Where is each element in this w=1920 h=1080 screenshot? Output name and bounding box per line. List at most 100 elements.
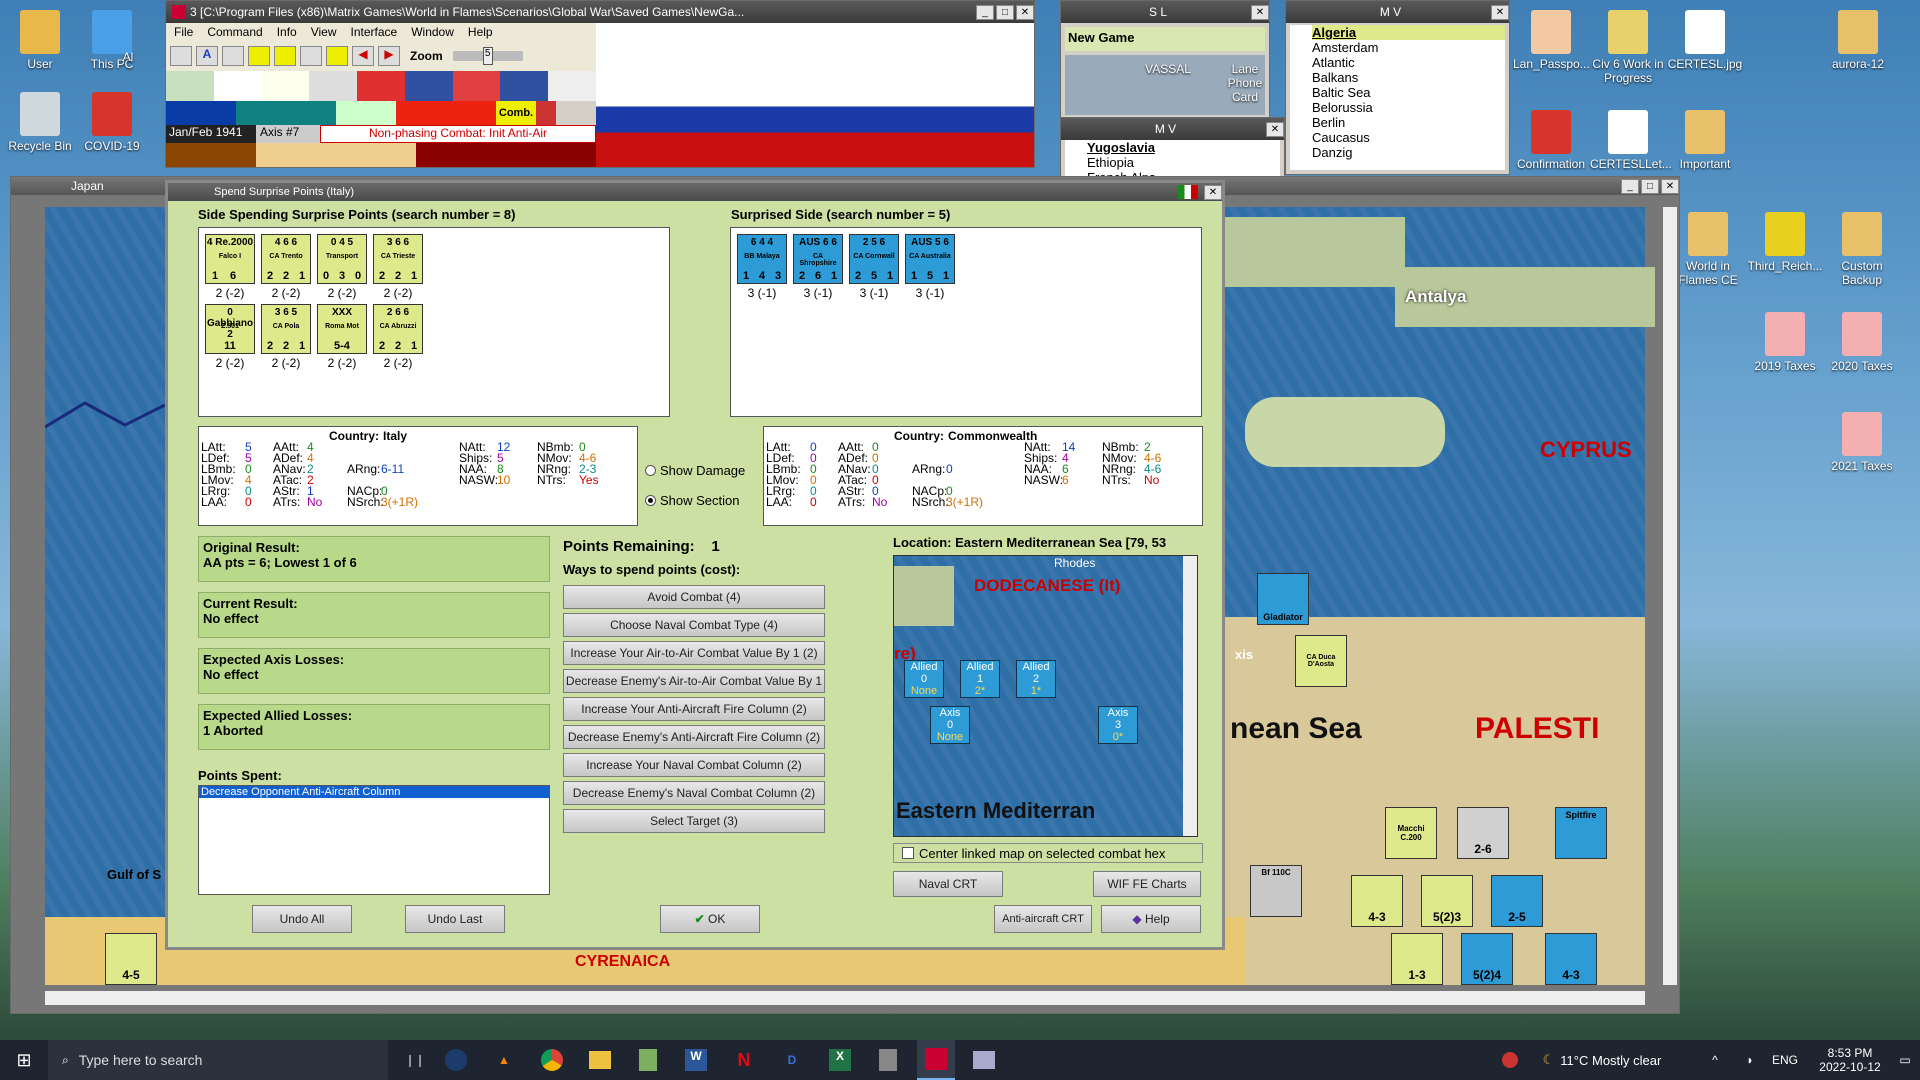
desktop-icon-confirmation[interactable]: Confirmation [1513,110,1589,171]
language-indicator[interactable]: ENG [1765,1040,1805,1080]
tray-chevron-icon[interactable]: ^ [1700,1040,1730,1080]
sun-tool-icon[interactable] [300,46,322,66]
menu-command[interactable]: Command [207,25,262,39]
calculator-icon[interactable] [869,1040,907,1080]
desktop-icon-important[interactable]: Important [1667,110,1743,171]
region-item[interactable]: Atlantic [1312,55,1505,70]
unit-counter[interactable]: 3 6 5 CA Pola 2 2 1 [261,304,311,354]
desktop-icon-this-pc[interactable]: This PC [74,10,150,71]
show-section-option[interactable]: Show Section [645,493,740,508]
forward-arrow-icon[interactable]: ▶ [378,46,400,66]
counter-2-5[interactable]: 2-5 [1491,875,1543,927]
desktop-icon-user[interactable]: User [2,10,78,71]
center-linked-checkbox[interactable] [902,847,914,859]
counter-macchi[interactable]: Macchi C.200 [1385,807,1437,859]
japan-minimize-button[interactable]: _ [1621,178,1639,194]
menu-file[interactable]: File [174,25,193,39]
counter-infantry-4-3[interactable]: 4-3 [1351,875,1403,927]
undo-all-button[interactable]: Undo All [252,905,352,933]
show-section-radio[interactable] [645,495,656,506]
unit-counter[interactable]: 4 6 6 CA Trento 2 2 1 [261,234,311,284]
unit-counter[interactable]: 6 4 4 BB Malaya 1 4 3 [737,234,787,284]
counter-duca-daosta[interactable]: CA Duca D'Aosta [1295,635,1347,687]
mv-close-button[interactable]: ✕ [1491,4,1509,20]
japan-close-button[interactable]: ✕ [1661,178,1679,194]
flag-yugoslavia[interactable] [452,71,501,101]
desktop-icon-covid[interactable]: COVID-19 [74,92,150,153]
notification-badge-icon[interactable] [1490,1040,1530,1080]
notification-center-icon[interactable]: ▭ [1890,1040,1920,1080]
desktop-icon-third-reich[interactable]: Third_Reich... [1747,212,1823,273]
spend-option-button[interactable]: Select Target (3) [563,809,825,833]
weather-widget[interactable]: ☾ 11°C Mostly clear [1532,1040,1672,1080]
desktop-icon-certesl-jpg[interactable]: CERTESL.jpg [1667,10,1743,71]
front-item[interactable]: Yugoslavia [1087,140,1280,155]
menu-info[interactable]: Info [277,25,297,39]
points-spent-item[interactable]: Decrease Opponent Anti-Aircraft Column [199,786,549,798]
map-horizontal-scrollbar[interactable] [45,991,1645,1005]
desktop-icon-aurora[interactable]: aurora-12 [1820,10,1896,71]
network-icon[interactable]: ◗ [1735,1040,1765,1080]
flag-portugal[interactable] [309,71,358,101]
clock[interactable]: 8:53 PM 2022-10-12 [1805,1040,1895,1080]
region-item[interactable]: Caucasus [1312,130,1505,145]
unit-counter[interactable]: 4 Re.2000 Falco I 16 [205,234,255,284]
japan-maximize-button[interactable]: □ [1641,178,1659,194]
font-tool-icon[interactable]: A [196,46,218,66]
unit-counter[interactable]: 2 6 6 CA Abruzzi 2 2 1 [373,304,423,354]
combat-minimap[interactable]: Rhodes DODECANESE (It) re) Eastern Medit… [893,555,1198,837]
chrome-icon[interactable] [533,1040,571,1080]
flag-switzerland[interactable] [213,71,262,101]
counter-celere[interactable]: 4-5 [105,933,157,985]
flag-usa[interactable] [500,71,549,101]
flag-italy[interactable] [166,71,214,101]
highlight-tool-icon[interactable] [248,46,270,66]
wif-taskbar-icon[interactable] [917,1040,955,1080]
desktop-icon-2020-taxes[interactable]: 2020 Taxes [1824,312,1900,373]
start-button[interactable]: ⊞ [0,1040,48,1080]
undo-last-button[interactable]: Undo Last [405,905,505,933]
counter-gladiator[interactable]: Gladiator [1257,573,1309,625]
allied-combat-box[interactable]: Allied 1 2* [960,660,1000,698]
menu-view[interactable]: View [311,25,337,39]
menu-help[interactable]: Help [468,25,493,39]
flag-other[interactable] [548,71,597,101]
window-taskbar-icon[interactable] [965,1040,1003,1080]
desktop-icon-custom-backup[interactable]: Custom Backup [1824,212,1900,287]
unit-counter[interactable]: 3 6 6 CA Trieste 2 2 1 [373,234,423,284]
sl-close-button[interactable]: ✕ [1251,4,1269,20]
region-item[interactable]: Danzig [1312,145,1505,160]
desktop-icon-civ6[interactable]: Civ 6 Work in Progress [1590,10,1666,85]
help-button[interactable]: ◆ Help [1101,905,1201,933]
spend-option-button[interactable]: Decrease Enemy's Naval Combat Column (2) [563,781,825,805]
allied-combat-box[interactable]: Allied 0 None [904,660,944,698]
axis-combat-box[interactable]: Axis 0 None [930,706,970,744]
minimap-vscroll[interactable] [1183,556,1197,836]
flag-tool-icon[interactable] [326,46,348,66]
mv2-close-button[interactable]: ✕ [1266,121,1284,137]
center-linked-option[interactable]: Center linked map on selected combat hex [893,843,1203,863]
counter-4-3-blue[interactable]: 4-3 [1545,933,1597,985]
ok-button[interactable]: ✔ OK [660,905,760,933]
unit-counter[interactable]: AUS 5 6 CA Australia 1 5 1 [905,234,955,284]
flag-uk[interactable] [404,71,453,101]
counter-spitfire[interactable]: Spitfire [1555,807,1607,859]
taskbar-search[interactable]: ⌕ Type here to search [48,1040,388,1080]
maximize-button[interactable]: □ [996,4,1014,20]
aa-crt-button[interactable]: Anti-aircraft CRT [994,905,1092,933]
region-item[interactable]: Baltic Sea [1312,85,1505,100]
spend-option-button[interactable]: Increase Your Anti-Aircraft Fire Column … [563,697,825,721]
desktop-icon-2021-taxes[interactable]: 2021 Taxes [1824,412,1900,473]
close-button[interactable]: ✕ [1016,4,1034,20]
sl-new-game[interactable]: New Game [1065,27,1265,51]
minimize-button[interactable]: _ [976,4,994,20]
steam-icon[interactable] [437,1040,475,1080]
unit-counter[interactable]: 0 4 5 Transport 0 3 0 [317,234,367,284]
spend-option-button[interactable]: Choose Naval Combat Type (4) [563,613,825,637]
counter-1-3[interactable]: 1-3 [1391,933,1443,985]
spend-option-button[interactable]: Decrease Enemy's Anti-Aircraft Fire Colu… [563,725,825,749]
spend-option-button[interactable]: Decrease Enemy's Air-to-Air Combat Value… [563,669,825,710]
back-arrow-icon[interactable]: ◀ [352,46,374,66]
disney-icon[interactable]: D [773,1040,811,1080]
show-damage-option[interactable]: Show Damage [645,463,745,478]
